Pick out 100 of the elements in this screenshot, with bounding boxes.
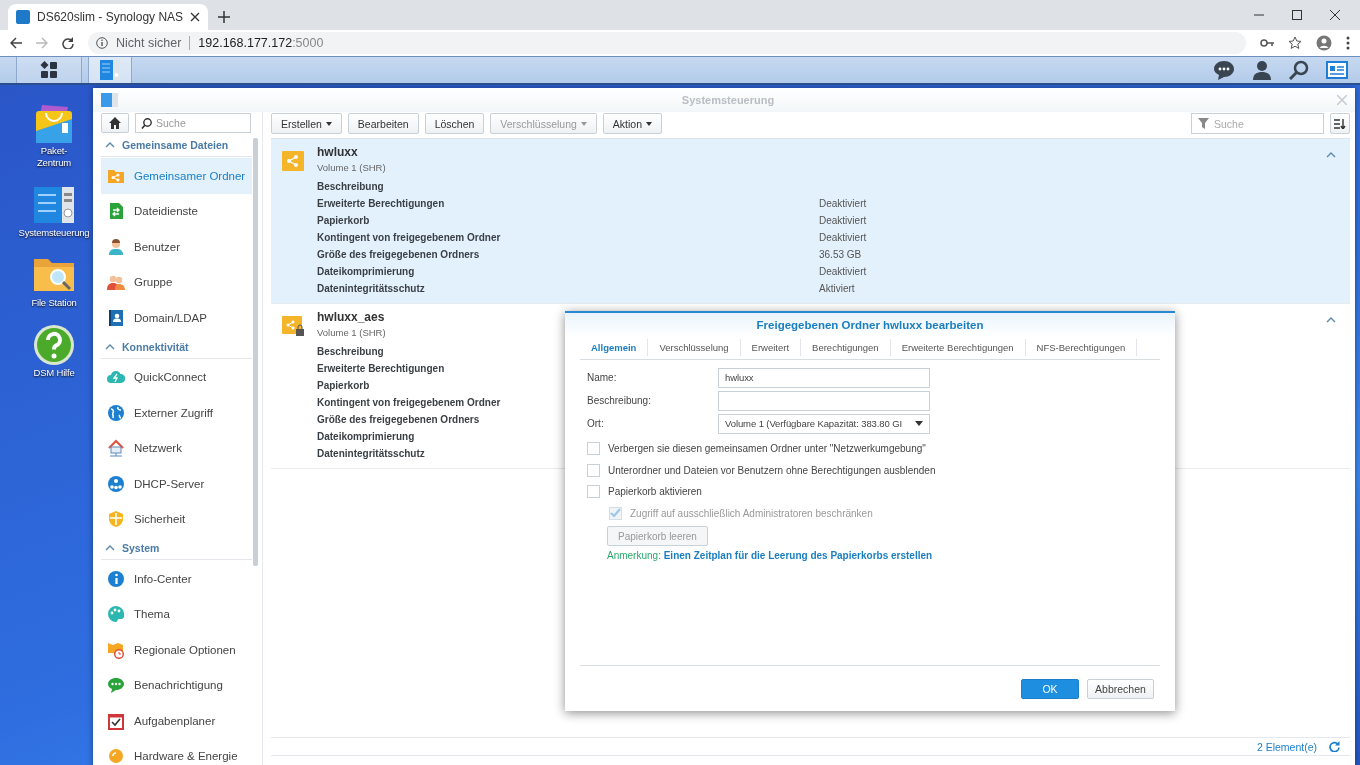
- network-icon: [107, 474, 125, 493]
- sidebar-item[interactable]: Gemeinsamer Ordner: [101, 158, 252, 194]
- profile-icon[interactable]: [1316, 35, 1332, 51]
- section-heading: Gemeinsame Dateien: [122, 139, 229, 151]
- help-icon: [32, 323, 76, 367]
- widget-icon[interactable]: [1326, 61, 1348, 79]
- collapse-icon[interactable]: [1326, 317, 1336, 323]
- sidebar-item[interactable]: Dateidienste: [101, 193, 252, 229]
- home-button[interactable]: [101, 113, 129, 133]
- checkbox[interactable]: [587, 463, 600, 477]
- menu-icon[interactable]: [1346, 36, 1350, 50]
- property-value: Deaktiviert: [819, 215, 867, 226]
- sidebar-item[interactable]: Externer Zugriff: [101, 395, 252, 431]
- close-icon[interactable]: [190, 12, 201, 22]
- refresh-icon[interactable]: [1329, 741, 1340, 752]
- schedule-link[interactable]: Einen Zeitplan für die Leerung des Papierkorbs erstellen: [663, 550, 933, 561]
- item-count: 2 Element(e): [1256, 740, 1317, 753]
- desktop-icon-label[interactable]: DSM Hilfe: [33, 367, 75, 379]
- sidebar-item[interactable]: Aufgabenplaner: [101, 703, 252, 739]
- filter-icon: [1198, 118, 1209, 129]
- toolbar-button[interactable]: Erstellen: [271, 113, 342, 134]
- main-menu-button[interactable]: [16, 57, 82, 83]
- section-heading: Konnektivität: [122, 340, 189, 353]
- palette-icon: [107, 605, 125, 624]
- desktop-icon-label[interactable]: Paket- Zentrum: [37, 145, 71, 169]
- folder-name: hwluxx: [317, 145, 359, 159]
- folder-row[interactable]: [271, 139, 1350, 304]
- tab[interactable]: Erweiterte Berechtigungen: [890, 339, 1026, 356]
- property-label: Größe des freigegebenen Ordners: [317, 414, 480, 425]
- sidebar-item[interactable]: QuickConnect: [101, 359, 252, 395]
- control-panel-icon: [99, 59, 121, 81]
- property-label: Beschreibung: [317, 181, 384, 192]
- star-icon[interactable]: [1288, 36, 1302, 50]
- tab[interactable]: Berechtigungen: [801, 339, 891, 356]
- property-label: Kontingent von freigegebenem Ordner: [317, 232, 501, 243]
- scrollbar[interactable]: [253, 138, 258, 566]
- property-label: Erweiterte Berechtigungen: [317, 198, 445, 209]
- desktop-icon-label[interactable]: File Station: [31, 297, 77, 309]
- toolbar-button[interactable]: Aktion: [602, 113, 662, 134]
- dialog-title: Freigegebenen Ordner hwluxx bearbeiten: [756, 319, 984, 331]
- checkbox-label: Unterordner und Dateien vor Benutzern ohne Berechtigungen ausblenden: [608, 464, 936, 476]
- tab[interactable]: Erweitert: [740, 339, 802, 356]
- property-value: 36.53 GB: [819, 249, 862, 260]
- sidebar-item[interactable]: Thema: [101, 596, 252, 632]
- calendar-icon: [107, 711, 125, 730]
- chevron-icon[interactable]: [105, 545, 115, 551]
- sidebar-item[interactable]: Domain/LDAP: [101, 300, 252, 336]
- toolbar-button[interactable]: Bearbeiten: [347, 113, 419, 134]
- input-field[interactable]: hwluxx: [718, 367, 930, 388]
- sidebar-item[interactable]: DHCP-Server: [101, 466, 252, 502]
- checkbox[interactable]: [587, 485, 600, 499]
- tab[interactable]: NFS-Berechtigungen: [1025, 339, 1138, 356]
- sidebar-item[interactable]: Benutzer: [101, 229, 252, 265]
- sidebar-item[interactable]: Gruppe: [101, 264, 252, 300]
- chevron-icon[interactable]: [105, 343, 115, 350]
- sidebar-item[interactable]: Info-Center: [101, 561, 252, 597]
- property-value: Deaktiviert: [819, 266, 867, 277]
- checkbox-label: Papierkorb aktivieren: [608, 486, 702, 498]
- taskbar-app-button[interactable]: [88, 57, 132, 83]
- info-icon: [96, 37, 108, 49]
- address-book-icon: [107, 308, 125, 327]
- check-icon: [610, 508, 621, 519]
- section-heading: System: [122, 542, 160, 554]
- close-icon[interactable]: [1330, 10, 1340, 20]
- key-icon[interactable]: [1260, 36, 1274, 50]
- toolbar-button[interactable]: Löschen: [424, 113, 485, 134]
- property-label: Datenintegritätsschutz: [317, 283, 425, 294]
- checkbox-label: Zugriff auf ausschließlich Administratoren beschränken: [630, 507, 873, 519]
- maximize-icon[interactable]: [1292, 10, 1302, 20]
- input-field[interactable]: [718, 390, 930, 411]
- caret-icon: [915, 421, 923, 426]
- reload-icon[interactable]: [62, 37, 74, 49]
- sidebar-item[interactable]: Benachrichtigung: [101, 667, 252, 703]
- collapse-icon[interactable]: [1326, 152, 1336, 158]
- user-icon[interactable]: [1252, 60, 1272, 80]
- sort-button[interactable]: [1330, 113, 1350, 134]
- search-icon[interactable]: [1289, 60, 1309, 80]
- checkbox[interactable]: [587, 442, 600, 456]
- back-icon[interactable]: [10, 37, 22, 49]
- note-label: Anmerkung:: [607, 550, 661, 561]
- plus-icon[interactable]: [218, 11, 231, 23]
- sidebar-item[interactable]: Hardware & Energie: [101, 738, 252, 765]
- location-dropdown[interactable]: Volume 1 (Verfügbare Kapazität: 383.80 GI: [718, 413, 930, 434]
- tab-title: DS620slim - Synology NAS: [37, 10, 184, 24]
- cancel-button[interactable]: Abbrechen: [1087, 679, 1154, 699]
- tab[interactable]: Verschlüsselung: [648, 339, 741, 356]
- address-bar[interactable]: Nicht sicher 192.168.177.172:5000: [88, 32, 1246, 54]
- chevron-icon[interactable]: [105, 142, 115, 148]
- browser-tab[interactable]: DS620slim - Synology NAS: [8, 4, 209, 30]
- property-label: Kontingent von freigegebenem Ordner: [317, 397, 501, 408]
- property-value: Deaktiviert: [819, 198, 867, 209]
- property-label: Datenintegritätsschutz: [317, 448, 425, 459]
- group-icon: [107, 273, 125, 292]
- sidebar-item[interactable]: Netzwerk: [101, 430, 252, 466]
- desktop-icon-label[interactable]: Systemsteuerung: [18, 227, 90, 239]
- sidebar-item[interactable]: Sicherheit: [101, 501, 252, 537]
- chat-icon[interactable]: [1213, 60, 1235, 80]
- home-icon: [109, 117, 121, 129]
- tab[interactable]: Allgemein: [580, 339, 649, 356]
- sidebar-item[interactable]: Regionale Optionen: [101, 632, 252, 668]
